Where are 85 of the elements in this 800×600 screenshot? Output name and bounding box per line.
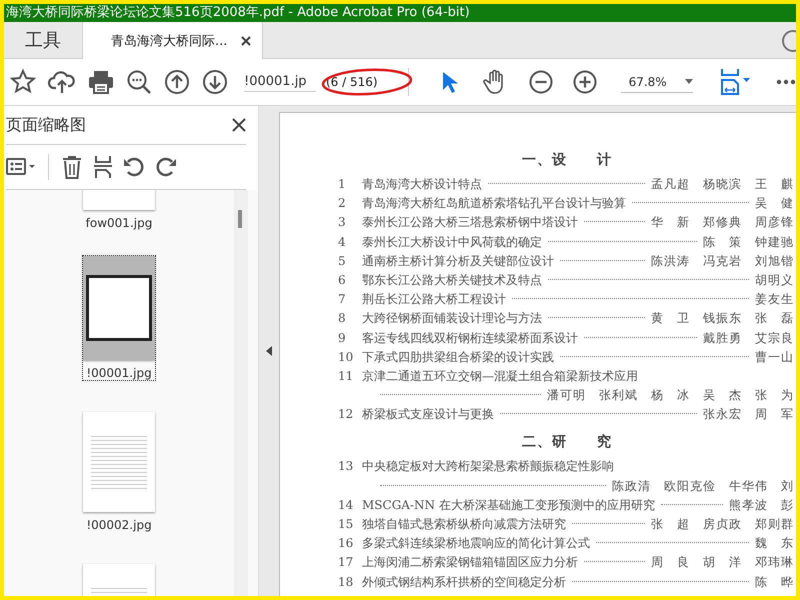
entry-title: 大跨径钢桥面铺装设计理论与方法	[362, 310, 542, 328]
cloud-upload-icon[interactable]	[48, 69, 76, 95]
print-icon[interactable]	[88, 70, 114, 94]
entry-number: 18	[338, 574, 354, 589]
entry-title: 中央稳定板对大跨桁架梁悬索桥颤振稳定性影响	[362, 458, 614, 476]
rotate-left-icon[interactable]	[123, 156, 145, 178]
arrow-down-circle-icon[interactable]	[202, 69, 228, 95]
entry-number: 12	[338, 407, 354, 422]
entry-authors: 胡明义	[755, 272, 795, 289]
entry-authors: 陈 策 钟建驰	[703, 234, 795, 251]
entry-authors: 曹一山	[755, 348, 795, 366]
zoom-in-icon[interactable]	[572, 70, 597, 94]
entry-title: 上海闵浦二桥索梁钢锚箱锚固区应力分析	[362, 554, 578, 572]
entry-number: 6	[338, 272, 347, 287]
entry-authors: 孟凡超 杨晓滨 王 麒	[651, 176, 795, 193]
entry-authors: 张永宏 周 军	[703, 406, 795, 424]
entry-authors: 陈 晔	[755, 574, 795, 591]
zoom-dropdown[interactable]: 67.8%	[620, 72, 693, 92]
entry-title: 桥梁板式支座设计与更换	[362, 406, 494, 424]
arrow-up-circle-icon[interactable]	[164, 69, 190, 95]
close-icon[interactable]	[241, 36, 252, 46]
scrollbar-thumb[interactable]	[238, 210, 242, 228]
entry-title: MSCGA-NN 在大桥深基础施工变形预测中的应用研究	[362, 496, 655, 514]
tab[interactable]: 青岛海湾大桥同际...	[83, 22, 263, 59]
section-heading: 一、设 计	[521, 151, 613, 169]
entry-number: 9	[338, 330, 347, 344]
trash-icon[interactable]	[61, 155, 83, 179]
entry-title: 泰州长江公路大桥三塔悬索桥钢中塔设计	[362, 214, 578, 232]
entry-title: 客运专线四线双桁钢桁连续梁桥面系设计	[362, 330, 578, 346]
entry-number: 11	[338, 368, 354, 383]
entry-title: 京津二通道五环立交钢—混凝土组合箱梁新技术应用	[362, 368, 638, 385]
entry-title: 独塔自锚式悬索桥纵桥向减震方法研究	[362, 516, 566, 533]
entry-authors: 陈政清 欧阳克俭 牛华伟 刘	[612, 478, 795, 495]
entry-title: 鄂东长江公路大桥关键技术及特点	[362, 272, 542, 289]
star-icon[interactable]	[10, 69, 36, 95]
entry-authors: 张 超 房贞政 郑则群	[651, 516, 795, 533]
entry-number: 15	[338, 517, 354, 531]
entry-number: 4	[338, 234, 347, 249]
entry-title: 下承式四肋拱梁组合桥梁的设计实践	[362, 348, 554, 366]
entry-authors: 熊孝波 彭	[729, 496, 795, 514]
thumbnail-label: !00001.jpg	[86, 366, 152, 380]
entry-authors: 华 新 郑修典 周彦锋	[651, 214, 795, 232]
entry-authors: 黄 卫 钱振东 张 磊	[651, 310, 795, 328]
zoom-search-icon[interactable]	[126, 69, 152, 95]
page-thumbnail[interactable]: fow001.jpg	[73, 190, 165, 230]
entry-authors: 姜友生	[755, 291, 795, 308]
entry-title: 青岛海湾大桥设计特点	[362, 176, 482, 193]
entry-number: 7	[338, 292, 347, 306]
entry-authors: 周 良 胡 洋 邓玮琳	[651, 554, 795, 572]
entry-number: 5	[338, 254, 347, 268]
thumbnail-label: fow001.jpg	[86, 216, 152, 230]
thumbnail-label: !00002.jpg	[86, 518, 152, 532]
entry-title: 荆岳长江公路大桥工程设计	[362, 291, 506, 308]
rotate-right-icon[interactable]	[155, 156, 177, 178]
window-title: 海湾大桥同际桥梁论坛论文集516页2008年.pdf - Adobe Acrobat Pro (64-bit)	[5, 4, 470, 22]
page-split-icon[interactable]	[93, 155, 113, 179]
zoom-out-icon[interactable]	[528, 70, 553, 94]
caret-icon	[684, 79, 693, 84]
entry-authors: 戴胜勇 艾宗良	[703, 330, 795, 346]
entry-number: 17	[338, 555, 354, 570]
more-icon[interactable]	[776, 79, 796, 85]
entry-number: 1	[338, 177, 347, 191]
fit-width-icon[interactable]	[718, 67, 753, 97]
entry-title: 多梁式斜连续梁桥地震响应的简化计算公式	[362, 535, 590, 552]
entry-number: 8	[338, 311, 347, 326]
section-heading: 二、研 究	[521, 433, 613, 452]
entry-number: 16	[338, 536, 354, 550]
entry-authors: 魏 东	[755, 535, 795, 552]
entry-number: 13	[338, 459, 354, 474]
page-number-field[interactable]: !00001.jp	[244, 72, 316, 92]
close-icon[interactable]	[232, 118, 246, 132]
entry-authors: 潘可明 张利斌 杨 冰 吴 杰 张 为	[547, 387, 795, 404]
entry-authors: 陈洪涛 冯克岩 刘旭锴	[651, 252, 795, 270]
entry-title: 通南桥主桥计算分析及关键部位设计	[362, 252, 554, 270]
collapse-arrow-icon[interactable]	[266, 346, 272, 356]
entry-number: 10	[338, 350, 354, 364]
entry-authors: 吴 健	[755, 195, 795, 212]
options-list-icon[interactable]	[6, 157, 36, 177]
entry-title: 外倾式钢结构系杆拱桥的空间稳定分析	[362, 574, 566, 591]
entry-number: 2	[338, 196, 347, 210]
panel-title: 页面缩略图	[6, 114, 86, 136]
entry-title: 泰州长江大桥设计中风荷载的确定	[362, 234, 542, 251]
entry-number: 14	[338, 498, 354, 512]
entry-number: 3	[338, 215, 347, 230]
entry-title: 青岛海湾大桥红岛航道桥索塔钻孔平台设计与验算	[362, 195, 626, 212]
